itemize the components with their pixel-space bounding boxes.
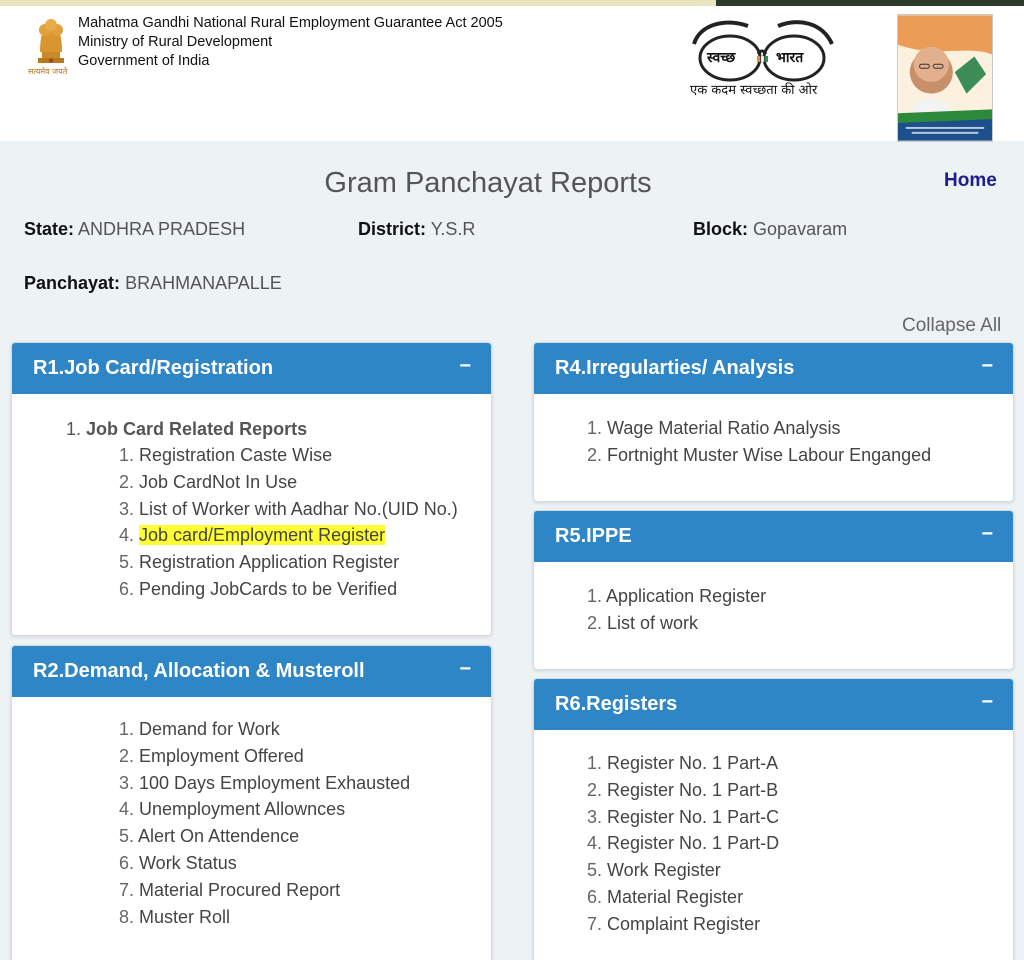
- list-item[interactable]: 2. List of work: [587, 610, 766, 637]
- header-line-act: Mahatma Gandhi National Rural Employment…: [78, 15, 503, 31]
- panel-r4-collapse-icon[interactable]: −: [981, 355, 993, 378]
- panel-r2: R2.Demand, Allocation & Musteroll − 1. D…: [11, 645, 492, 960]
- panel-r2-header[interactable]: R2.Demand, Allocation & Musteroll −: [12, 646, 491, 697]
- panel-r6-list: 1. Register No. 1 Part-A 2. Register No.…: [587, 750, 779, 938]
- list-item[interactable]: 5. Alert On Attendence: [119, 823, 410, 850]
- panel-r5-header[interactable]: R5.IPPE −: [534, 511, 1013, 562]
- panel-r1-collapse-icon[interactable]: −: [459, 355, 471, 378]
- list-item[interactable]: 6. Pending JobCards to be Verified: [119, 576, 458, 603]
- list-item[interactable]: 1. Registration Caste Wise: [119, 442, 458, 469]
- list-item[interactable]: 8. Muster Roll: [119, 904, 410, 931]
- section-job-card-related[interactable]: 1. Job Card Related Reports: [66, 416, 307, 443]
- panel-r2-collapse-icon[interactable]: −: [459, 658, 471, 681]
- swachh-tagline: एक कदम स्वच्छता की ओर: [690, 83, 818, 98]
- panel-r5: R5.IPPE − 1. Application Register 2. Lis…: [533, 510, 1014, 670]
- swachh-left-word: स्वच्छ: [707, 50, 736, 66]
- list-item[interactable]: 2. Register No. 1 Part-B: [587, 777, 779, 804]
- list-item-highlighted[interactable]: 4. Job card/Employment Register: [119, 522, 458, 549]
- header-text: Mahatma Gandhi National Rural Employment…: [78, 14, 503, 71]
- block-value: Gopavaram: [753, 219, 848, 239]
- district-value: Y.S.R: [430, 219, 476, 239]
- list-item[interactable]: 5. Registration Application Register: [119, 549, 458, 576]
- panel-r5-collapse-icon[interactable]: −: [981, 523, 993, 546]
- site-header: सत्यमेव जयते Mahatma Gandhi National Rur…: [0, 6, 1024, 142]
- header-line-govt: Government of India: [78, 53, 210, 69]
- swachh-right-word: भारत: [776, 50, 804, 66]
- panel-r1: R1.Job Card/Registration − 1. Job Card R…: [11, 342, 492, 636]
- list-item[interactable]: 7. Complaint Register: [587, 911, 779, 938]
- list-item[interactable]: 3. 100 Days Employment Exhausted: [119, 770, 410, 797]
- panel-r1-header[interactable]: R1.Job Card/Registration −: [12, 343, 491, 394]
- panel-r4: R4.Irregularties/ Analysis − 1. Wage Mat…: [533, 342, 1014, 502]
- panel-r4-title: R4.Irregularties/ Analysis: [555, 357, 795, 379]
- list-item[interactable]: 6. Work Status: [119, 850, 410, 877]
- home-link[interactable]: Home: [944, 170, 997, 192]
- panel-r4-header[interactable]: R4.Irregularties/ Analysis −: [534, 343, 1013, 394]
- list-item[interactable]: 2. Job CardNot In Use: [119, 469, 458, 496]
- section-number: 1.: [66, 419, 82, 439]
- list-item[interactable]: 2. Employment Offered: [119, 743, 410, 770]
- panel-r6-header[interactable]: R6.Registers −: [534, 679, 1013, 730]
- panchayat-value: BRAHMANAPALLE: [125, 273, 282, 293]
- panchayat-field: Panchayat: BRAHMANAPALLE: [24, 273, 282, 294]
- district-field: District: Y.S.R: [358, 219, 475, 240]
- district-label: District:: [358, 219, 427, 239]
- list-item[interactable]: 7. Material Procured Report: [119, 877, 410, 904]
- panel-r6-collapse-icon[interactable]: −: [981, 691, 993, 714]
- panel-r6: R6.Registers − 1. Register No. 1 Part-A …: [533, 678, 1014, 960]
- panel-r1-list: 1. Registration Caste Wise 2. Job CardNo…: [119, 442, 458, 603]
- panel-r2-title: R2.Demand, Allocation & Musteroll: [33, 660, 365, 682]
- panel-r1-title: R1.Job Card/Registration: [33, 357, 274, 379]
- list-item[interactable]: 1. Demand for Work: [119, 716, 410, 743]
- emblem-motto: सत्यमेव जयते: [28, 67, 68, 76]
- list-item[interactable]: 2. Fortnight Muster Wise Labour Enganged: [587, 442, 931, 469]
- list-item[interactable]: 3. List of Worker with Aadhar No.(UID No…: [119, 496, 458, 523]
- gandhi-portrait-icon: [897, 14, 993, 142]
- panel-r5-title: R5.IPPE: [555, 525, 632, 547]
- list-item[interactable]: 6. Material Register: [587, 884, 779, 911]
- list-item[interactable]: 1. Wage Material Ratio Analysis: [587, 415, 931, 442]
- list-item[interactable]: 4. Unemployment Allownces: [119, 796, 410, 823]
- list-item[interactable]: 1. Application Register: [587, 583, 766, 610]
- state-field: State: ANDHRA PRADESH: [24, 219, 245, 240]
- panchayat-label: Panchayat:: [24, 273, 121, 293]
- state-value: ANDHRA PRADESH: [78, 219, 246, 239]
- list-item[interactable]: 4. Register No. 1 Part-D: [587, 830, 779, 857]
- panel-r6-title: R6.Registers: [555, 693, 678, 715]
- list-item[interactable]: 5. Work Register: [587, 857, 779, 884]
- section-title: Job Card Related Reports: [86, 419, 308, 439]
- list-item[interactable]: 3. Register No. 1 Part-C: [587, 804, 779, 831]
- collapse-all-button[interactable]: Collapse All: [902, 315, 1001, 337]
- block-label: Block:: [693, 219, 749, 239]
- panel-r1-section: 1. Job Card Related Reports: [66, 416, 307, 443]
- page-title: Gram Panchayat Reports: [324, 167, 652, 199]
- panel-r2-list: 1. Demand for Work 2. Employment Offered…: [119, 716, 410, 930]
- panel-r5-list: 1. Application Register 2. List of work: [587, 583, 766, 637]
- block-field: Block: Gopavaram: [693, 219, 847, 240]
- list-item[interactable]: 1. Register No. 1 Part-A: [587, 750, 779, 777]
- state-label: State:: [24, 219, 75, 239]
- header-line-ministry: Ministry of Rural Development: [78, 34, 273, 50]
- panel-r4-list: 1. Wage Material Ratio Analysis 2. Fortn…: [587, 415, 931, 469]
